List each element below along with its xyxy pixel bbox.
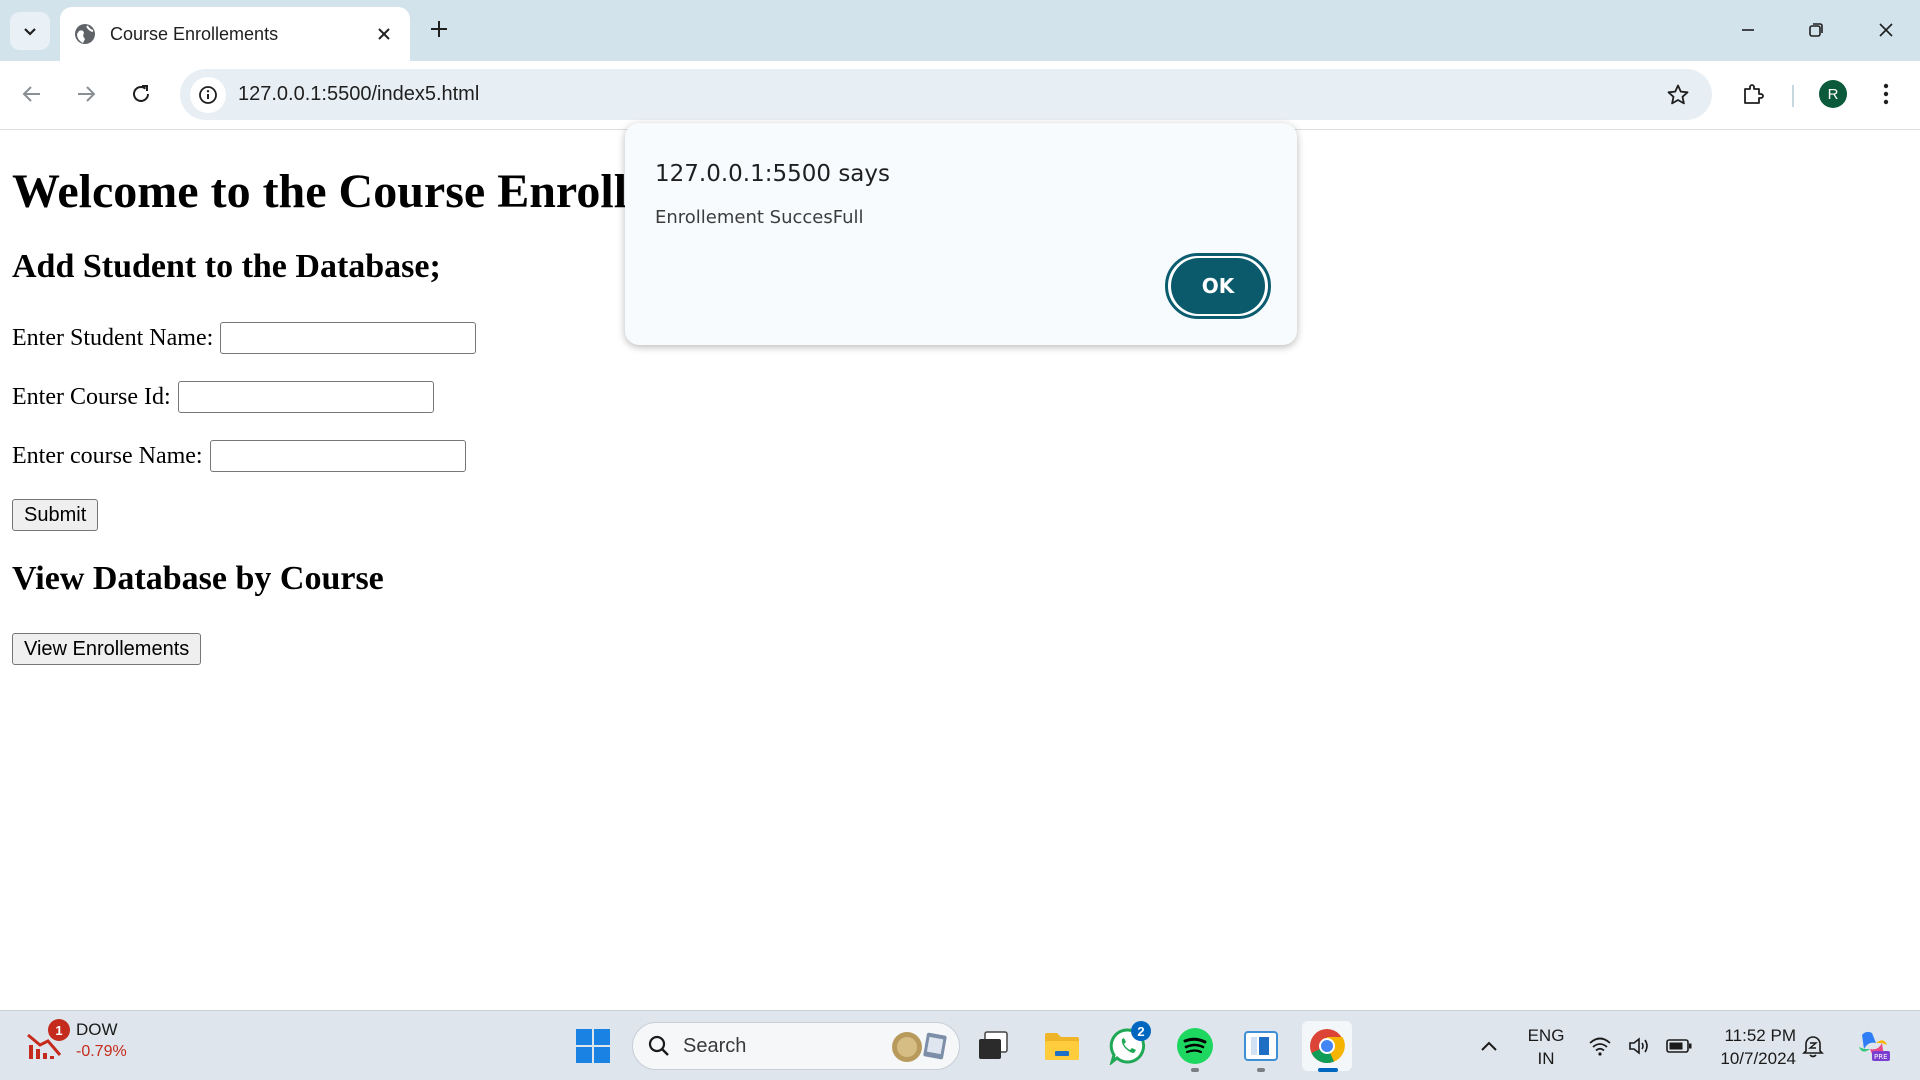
extensions-button[interactable] [1733,74,1773,114]
stock-chart-icon: 1 [26,1019,70,1063]
copilot-button[interactable]: PRE [1848,1021,1898,1071]
whatsapp-button[interactable]: 2 [1103,1021,1153,1071]
search-icon [648,1035,669,1056]
widget-badge: 1 [48,1019,70,1041]
chrome-icon [1310,1029,1345,1064]
course-name-input[interactable] [209,440,466,472]
student-name-label: Enter Student Name: [12,324,214,351]
student-name-row: Enter Student Name: [12,322,477,354]
minimize-button[interactable] [1724,8,1772,52]
stock-widget[interactable]: 1 DOW -0.79% [26,1019,127,1063]
show-hidden-icons-button[interactable] [1464,1021,1514,1071]
reload-button[interactable] [121,74,161,114]
search-label: Search [683,1034,747,1057]
address-bar[interactable]: 127.0.0.1:5500/index5.html [180,69,1712,120]
close-window-button[interactable] [1862,8,1910,52]
course-id-input[interactable] [177,381,434,413]
close-icon [1879,23,1893,37]
url-text[interactable]: 127.0.0.1:5500/index5.html [238,83,1660,106]
window-app-icon [1244,1031,1278,1061]
store-app-button[interactable] [1236,1021,1286,1072]
tab-course-enrollements[interactable]: Course Enrollements [60,7,410,61]
taskbar: 1 DOW -0.79% Search 2 ENG IN 11:52 PM 10… [0,1010,1920,1080]
arrow-left-icon [22,86,40,102]
student-name-input[interactable] [220,322,477,354]
add-student-heading: Add Student to the Database; [12,248,441,285]
tab-close-icon[interactable] [370,20,398,48]
windows-logo-icon [576,1029,610,1063]
new-tab-button[interactable] [424,14,454,44]
toolbar-divider [1792,85,1794,107]
notification-bell-icon [1802,1036,1824,1058]
spotify-icon [1177,1028,1213,1064]
system-clock[interactable]: 11:52 PM 10/7/2024 [1708,1024,1796,1070]
tab-strip: Course Enrollements [0,0,1920,61]
profile-button[interactable]: R [1813,74,1853,114]
reload-icon [133,85,149,102]
battery-icon [1666,1039,1692,1053]
tab-search-button[interactable] [10,12,50,50]
forward-button[interactable] [66,74,106,114]
arrow-right-icon [78,86,96,102]
widget-name: DOW [76,1020,118,1039]
active-indicator [1318,1068,1338,1072]
running-indicator [1257,1068,1265,1072]
globe-icon [74,23,96,45]
course-id-row: Enter Course Id: [12,381,434,413]
notifications-button[interactable] [1793,1021,1833,1071]
chevron-up-icon [1481,1041,1497,1051]
chrome-button[interactable] [1302,1021,1352,1072]
language-indicator[interactable]: ENG IN [1526,1024,1566,1070]
svg-text:PRE: PRE [1874,1053,1888,1061]
view-database-heading: View Database by Course [12,560,384,597]
site-info-icon[interactable] [190,76,226,113]
submit-button[interactable]: Submit [12,499,99,531]
folder-icon [1045,1033,1079,1060]
plus-icon [431,21,447,37]
start-button[interactable] [568,1021,618,1071]
quick-settings-button[interactable] [1580,1021,1700,1071]
search-highlight-icon [892,1032,947,1062]
view-enrollements-button[interactable]: View Enrollements [12,633,202,665]
browser-toolbar: 127.0.0.1:5500/index5.html R [0,61,1920,130]
taskbar-search[interactable]: Search [632,1022,960,1070]
restore-icon [1809,23,1823,37]
task-view-button[interactable] [968,1021,1018,1071]
more-vert-icon [1883,83,1889,105]
clock-time: 11:52 PM [1724,1026,1796,1045]
whatsapp-badge: 2 [1131,1021,1151,1041]
dialog-message: Enrollement SuccesFull [655,207,864,228]
course-name-label: Enter course Name: [12,442,203,469]
dialog-title: 127.0.0.1:5500 says [655,161,890,187]
spotify-button[interactable] [1170,1021,1220,1072]
language-code: ENG [1527,1026,1565,1045]
puzzle-icon [1744,84,1764,104]
clock-date: 10/7/2024 [1720,1049,1796,1068]
running-indicator [1191,1068,1199,1072]
alert-dialog: 127.0.0.1:5500 says Enrollement SuccesFu… [625,123,1297,345]
dialog-ok-label: OK [1171,258,1265,314]
region-code: IN [1537,1049,1555,1068]
copilot-icon: PRE [1859,1031,1890,1061]
file-explorer-button[interactable] [1037,1021,1087,1071]
page-title: Welcome to the Course Enroll [12,165,628,218]
wifi-icon [1589,1037,1611,1056]
task-view-icon [979,1031,1008,1059]
back-button[interactable] [12,74,52,114]
browser-menu-button[interactable] [1866,74,1906,114]
dialog-ok-button[interactable]: OK [1165,253,1271,319]
chevron-down-icon [24,28,36,36]
course-id-label: Enter Course Id: [12,383,171,410]
volume-icon [1629,1037,1648,1055]
tab-title: Course Enrollements [110,23,279,44]
course-name-row: Enter course Name: [12,440,466,472]
avatar: R [1819,80,1847,108]
bookmark-star-icon[interactable] [1660,77,1696,113]
minimize-icon [1742,29,1754,31]
widget-value: -0.79% [76,1043,127,1060]
restore-button[interactable] [1792,8,1840,52]
